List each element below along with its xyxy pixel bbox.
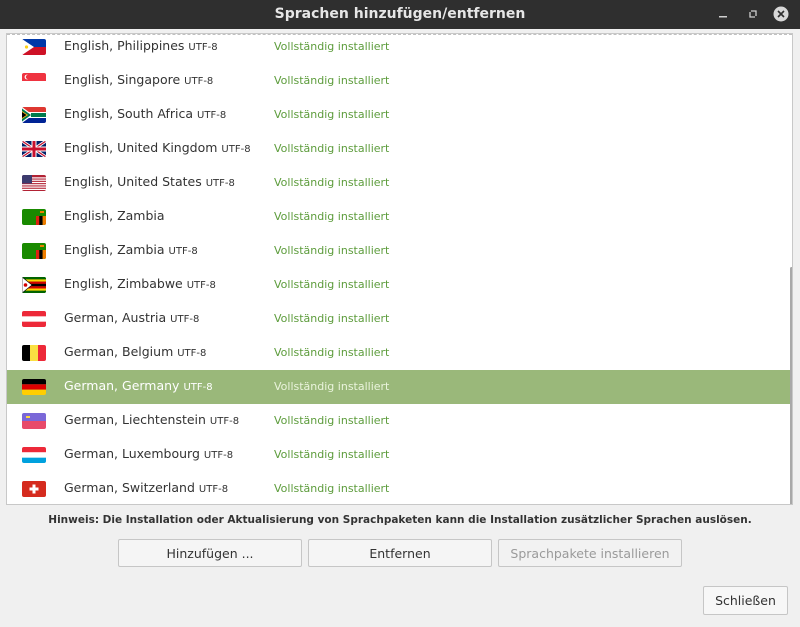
flag-zimbabwe-icon (22, 277, 46, 293)
language-row[interactable]: English, Zambia UTF-8 Vollständig install… (7, 234, 792, 268)
language-row[interactable]: English, Zambia Vollständig installiert (7, 200, 792, 234)
language-list[interactable]: English, Philippines UTF-8 Vollständig in… (6, 33, 793, 505)
language-encoding: UTF-8 (198, 484, 229, 495)
install-status: Vollständig installiert (274, 346, 390, 359)
add-button[interactable]: Hinzufügen ... (118, 539, 302, 567)
language-row[interactable]: English, Philippines UTF-8 Vollständig in… (7, 34, 792, 64)
language-encoding: UTF-8 (168, 246, 198, 257)
language-label: German, Liechtenstein (64, 412, 206, 427)
language-name: English, Zimbabwe UTF-8 (64, 276, 216, 291)
flag-zambia-icon (22, 243, 46, 259)
language-label: English, South Africa (64, 106, 194, 121)
language-row[interactable]: English, Zimbabwe UTF-8 Vollständig insta… (7, 268, 792, 302)
language-encoding: UTF-8 (188, 42, 218, 53)
language-encoding: UTF-8 (183, 382, 213, 393)
language-label: German, Luxembourg (64, 446, 200, 461)
flag-philippines-icon (22, 39, 46, 55)
language-label: English, Zambia (64, 208, 165, 223)
close-button[interactable]: Schließen (703, 586, 788, 615)
language-row[interactable]: German, Germany UTF-8 Vollständig install… (7, 370, 792, 404)
language-row[interactable]: English, Singapore UTF-8 Vollständig inst… (7, 64, 792, 98)
language-label: German, Austria (64, 310, 167, 325)
language-row[interactable]: German, Switzerland UTF-8 Vollständig ins… (7, 472, 792, 504)
flag-united-states-icon (22, 175, 46, 191)
title-bar: Sprachen hinzufügen/entfernen (0, 0, 800, 29)
language-name: English, United States UTF-8 (64, 174, 235, 189)
language-name: English, Zambia (64, 208, 165, 223)
language-name: English, Singapore UTF-8 (64, 72, 213, 87)
language-label: English, United Kingdom (64, 140, 218, 155)
hint-text: Hinweis: Die Installation oder Aktualisi… (48, 514, 752, 526)
list-scrollbar[interactable] (790, 267, 792, 504)
flag-belgium-icon (22, 345, 46, 361)
flag-luxembourg-icon (22, 447, 46, 463)
close-icon[interactable] (772, 5, 790, 23)
language-row[interactable]: English, South Africa UTF-8 Vollständig i… (7, 98, 792, 132)
flag-zambia-icon (22, 209, 46, 225)
language-row[interactable]: English, United Kingdom UTF-8 Vollständig… (7, 132, 792, 166)
language-encoding: UTF-8 (197, 110, 227, 121)
language-name: German, Belgium UTF-8 (64, 344, 206, 359)
flag-austria-icon (22, 311, 46, 327)
install-status: Vollständig installiert (274, 40, 390, 53)
language-row[interactable]: German, Liechtenstein UTF-8 Vollständig i… (7, 404, 792, 438)
install-status: Vollständig installiert (274, 142, 390, 155)
flag-united-kingdom-icon (22, 141, 46, 157)
language-encoding: UTF-8 (205, 178, 235, 189)
language-name: English, Philippines UTF-8 (64, 38, 218, 53)
install-status: Vollständig installiert (274, 278, 390, 291)
install-status: Vollständig installiert (274, 312, 390, 325)
language-name: German, Austria UTF-8 (64, 310, 199, 325)
flag-switzerland-icon (22, 481, 46, 497)
install-status: Vollständig installiert (274, 414, 390, 427)
language-encoding: UTF-8 (209, 416, 240, 427)
install-status: Vollständig installiert (274, 244, 390, 257)
language-label: German, Switzerland (64, 480, 195, 495)
language-name: English, United Kingdom UTF-8 (64, 140, 251, 155)
window-title: Sprachen hinzufügen/entfernen (274, 6, 526, 22)
language-name: German, Germany UTF-8 (64, 378, 213, 393)
language-name: German, Liechtenstein UTF-8 (64, 412, 239, 427)
install-status: Vollständig installiert (274, 448, 390, 461)
install-status: Vollständig installiert (274, 482, 390, 495)
install-status: Vollständig installiert (274, 380, 390, 393)
flag-liechtenstein-icon (22, 413, 46, 429)
language-label: English, Philippines (64, 38, 185, 53)
minimize-icon[interactable] (714, 5, 732, 23)
remove-button[interactable]: Entfernen (308, 539, 492, 567)
install-language-packs-button[interactable]: Sprachpakete installieren (498, 539, 682, 567)
install-status: Vollständig installiert (274, 210, 390, 223)
language-row[interactable]: English, United States UTF-8 Vollständig … (7, 166, 792, 200)
language-label: German, Germany (64, 378, 180, 393)
language-encoding: UTF-8 (177, 348, 207, 359)
install-status: Vollständig installiert (274, 176, 390, 189)
install-status: Vollständig installiert (274, 74, 390, 87)
install-status: Vollständig installiert (274, 108, 390, 121)
language-row[interactable]: German, Austria UTF-8 Vollständig install… (7, 302, 792, 336)
language-label: English, Singapore (64, 72, 181, 87)
flag-singapore-icon (22, 73, 46, 89)
language-name: German, Switzerland UTF-8 (64, 480, 228, 495)
flag-germany-icon (22, 379, 46, 395)
language-encoding: UTF-8 (184, 76, 214, 87)
language-row[interactable]: German, Luxembourg UTF-8 Vollständig inst… (7, 438, 792, 472)
language-encoding: UTF-8 (186, 280, 216, 291)
maximize-icon[interactable] (744, 5, 762, 23)
language-name: German, Luxembourg UTF-8 (64, 446, 233, 461)
language-label: English, United States (64, 174, 202, 189)
flag-south-africa-icon (22, 107, 46, 123)
language-encoding: UTF-8 (170, 314, 200, 325)
language-row[interactable]: German, Belgium UTF-8 Vollständig install… (7, 336, 792, 370)
language-name: English, Zambia UTF-8 (64, 242, 198, 257)
language-label: English, Zambia (64, 242, 165, 257)
language-encoding: UTF-8 (203, 450, 234, 461)
language-encoding: UTF-8 (221, 144, 251, 155)
language-name: English, South Africa UTF-8 (64, 106, 226, 121)
language-label: English, Zimbabwe (64, 276, 183, 291)
language-label: German, Belgium (64, 344, 174, 359)
